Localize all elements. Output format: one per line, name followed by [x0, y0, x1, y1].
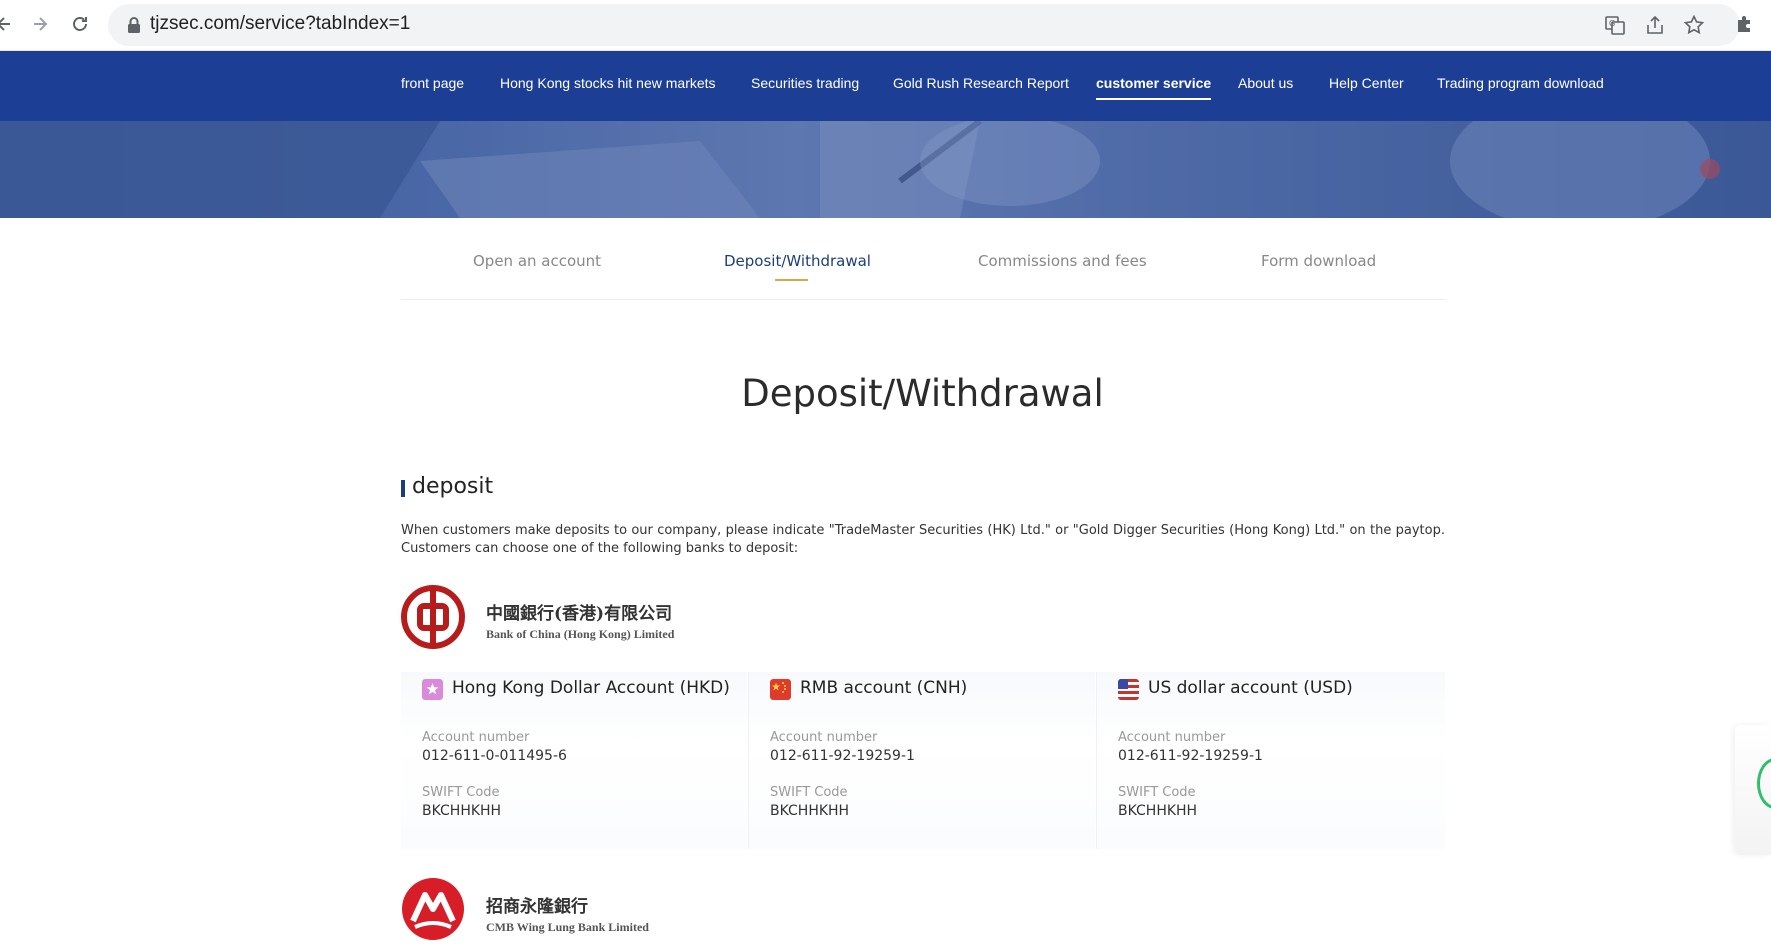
tab-commissions-fees[interactable]: Commissions and fees	[978, 252, 1147, 270]
swift-code-label: SWIFT Code	[422, 785, 500, 800]
account-title: RMB account (CNH)	[800, 678, 968, 698]
cmb-logo-icon	[402, 878, 464, 940]
nav-item-trading-download[interactable]: Trading program download	[1437, 75, 1604, 91]
deposit-instructions: When customers make deposits to our comp…	[401, 523, 1445, 556]
account-card-usd: US dollar account (USD) Account number 0…	[1097, 672, 1445, 849]
bank-name-chinese: 招商永隆銀行	[486, 897, 588, 917]
account-number: 012-611-92-19259-1	[770, 748, 915, 764]
nav-item-customer-service[interactable]: customer service	[1096, 75, 1212, 100]
main-navigation: front page Hong Kong stocks hit new mark…	[0, 51, 1771, 121]
bank-name-chinese: 中國銀行(香港)有限公司	[486, 604, 673, 624]
service-tabs: Open an account Deposit/Withdrawal Commi…	[401, 218, 1445, 300]
swift-code-label: SWIFT Code	[1118, 785, 1196, 800]
floating-chat-widget[interactable]	[1735, 725, 1771, 855]
back-arrow-icon	[0, 17, 10, 31]
lock-icon	[128, 17, 140, 33]
forward-button[interactable]	[28, 12, 52, 36]
address-bar[interactable]: tjzsec.com/service?tabIndex=1 G	[108, 4, 1740, 46]
usa-flag-icon	[1118, 679, 1139, 700]
account-title: US dollar account (USD)	[1148, 678, 1353, 698]
hong-kong-flag-icon	[422, 679, 443, 700]
share-icon[interactable]	[1644, 14, 1666, 36]
nav-item-hk-stocks[interactable]: Hong Kong stocks hit new markets	[500, 75, 716, 91]
account-number-label: Account number	[422, 730, 530, 745]
hero-illustration	[0, 121, 1720, 218]
account-card-cnh: RMB account (CNH) Account number 012-611…	[749, 672, 1095, 849]
account-card-hkd: Hong Kong Dollar Account (HKD) Account n…	[401, 672, 747, 849]
chat-icon	[1757, 758, 1771, 809]
nav-item-front-page[interactable]: front page	[401, 75, 464, 91]
tab-form-download[interactable]: Form download	[1261, 252, 1376, 270]
forward-arrow-icon	[34, 17, 48, 31]
account-number: 012-611-92-19259-1	[1118, 748, 1263, 764]
tab-open-account[interactable]: Open an account	[473, 252, 601, 270]
nav-item-about-us[interactable]: About us	[1238, 75, 1293, 91]
extensions-puzzle-icon[interactable]	[1734, 13, 1756, 35]
translate-icon[interactable]: G	[1604, 14, 1626, 36]
active-tab-indicator	[775, 279, 808, 281]
back-button[interactable]	[0, 12, 16, 36]
boc-account-cards: Hong Kong Dollar Account (HKD) Account n…	[401, 672, 1445, 849]
section-title: deposit	[412, 474, 494, 499]
account-number-label: Account number	[770, 730, 878, 745]
hero-banner	[0, 121, 1771, 218]
tab-deposit-withdrawal[interactable]: Deposit/Withdrawal	[724, 252, 871, 270]
browser-toolbar: tjzsec.com/service?tabIndex=1 G	[0, 0, 1771, 51]
bank-name-english: Bank of China (Hong Kong) Limited	[486, 627, 675, 641]
section-marker	[401, 480, 405, 497]
svg-text:G: G	[1609, 19, 1615, 28]
swift-code: BKCHHKHH	[770, 803, 850, 819]
swift-code-label: SWIFT Code	[770, 785, 848, 800]
bookmark-star-icon[interactable]	[1683, 14, 1705, 36]
account-title: Hong Kong Dollar Account (HKD)	[452, 678, 730, 698]
reload-icon	[73, 17, 87, 31]
account-number: 012-611-0-011495-6	[422, 748, 567, 764]
url-text: tjzsec.com/service?tabIndex=1	[150, 13, 411, 34]
page-title: Deposit/Withdrawal	[741, 372, 1104, 415]
nav-item-help-center[interactable]: Help Center	[1329, 75, 1404, 91]
swift-code: BKCHHKHH	[1118, 803, 1198, 819]
bank-name-english: CMB Wing Lung Bank Limited	[486, 920, 649, 934]
swift-code: BKCHHKHH	[422, 803, 502, 819]
nav-item-securities-trading[interactable]: Securities trading	[751, 75, 859, 91]
boc-logo-icon	[401, 585, 465, 649]
china-flag-icon	[770, 679, 791, 700]
account-number-label: Account number	[1118, 730, 1226, 745]
reload-button[interactable]	[68, 12, 92, 36]
nav-item-research-report[interactable]: Gold Rush Research Report	[893, 75, 1069, 91]
